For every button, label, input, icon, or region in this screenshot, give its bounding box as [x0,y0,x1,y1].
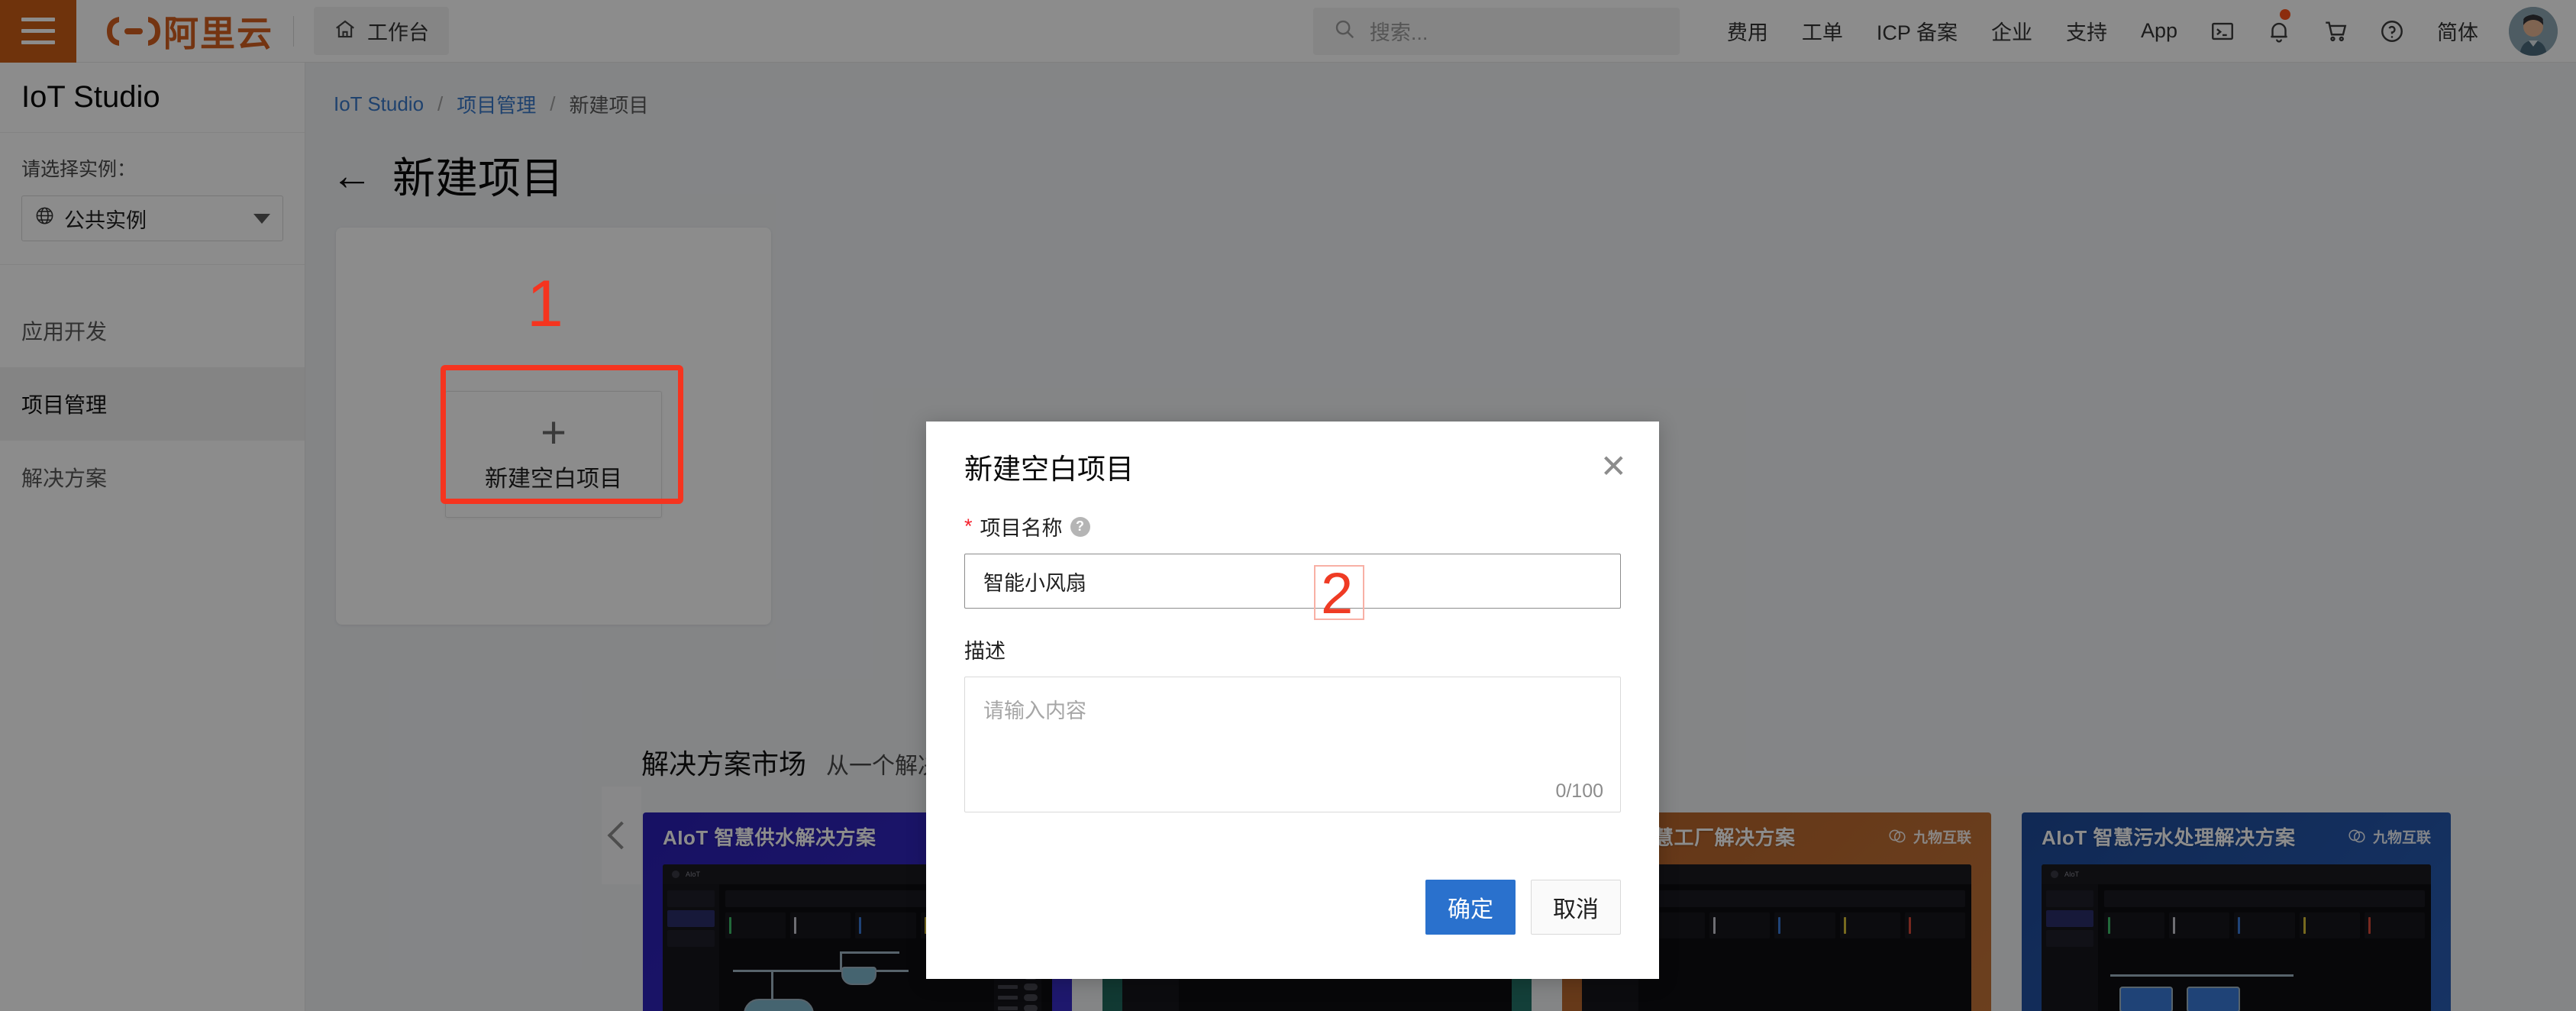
annotation-number-2: 2 [1321,565,1353,623]
description-placeholder: 请输入内容 [983,699,1086,722]
description-label: 描述 [964,635,1006,664]
close-icon[interactable]: ✕ [1600,451,1627,483]
project-name-input[interactable]: 智能小风扇 [964,554,1621,609]
cancel-button[interactable]: 取消 [1531,880,1621,935]
dialog-header: 新建空白项目 ✕ [926,422,1659,512]
description-textarea[interactable]: 请输入内容 0/100 [964,677,1621,812]
project-name-label: 项目名称 [980,512,1063,541]
dialog-footer: 确定 取消 [926,864,1659,979]
project-name-field: * 项目名称 ? 智能小风扇 [964,512,1621,609]
description-field: 描述 请输入内容 0/100 [964,635,1621,812]
confirm-button[interactable]: 确定 [1425,880,1516,935]
required-asterisk: * [964,516,973,537]
question-mark-icon[interactable]: ? [1070,517,1090,537]
dialog-title: 新建空白项目 [964,446,1134,487]
description-label-row: 描述 [964,635,1621,664]
app-root: 阿里云 工作台 搜索... [0,0,2576,1011]
dialog-body: * 项目名称 ? 智能小风扇 描述 请输入内容 0/100 [926,512,1659,812]
description-counter: 0/100 [1555,780,1603,803]
project-name-label-row: * 项目名称 ? [964,512,1621,541]
new-blank-project-dialog: 新建空白项目 ✕ * 项目名称 ? 智能小风扇 描述 请输入内容 0/100 [926,422,1659,979]
annotation-number-1: 1 [527,271,563,337]
